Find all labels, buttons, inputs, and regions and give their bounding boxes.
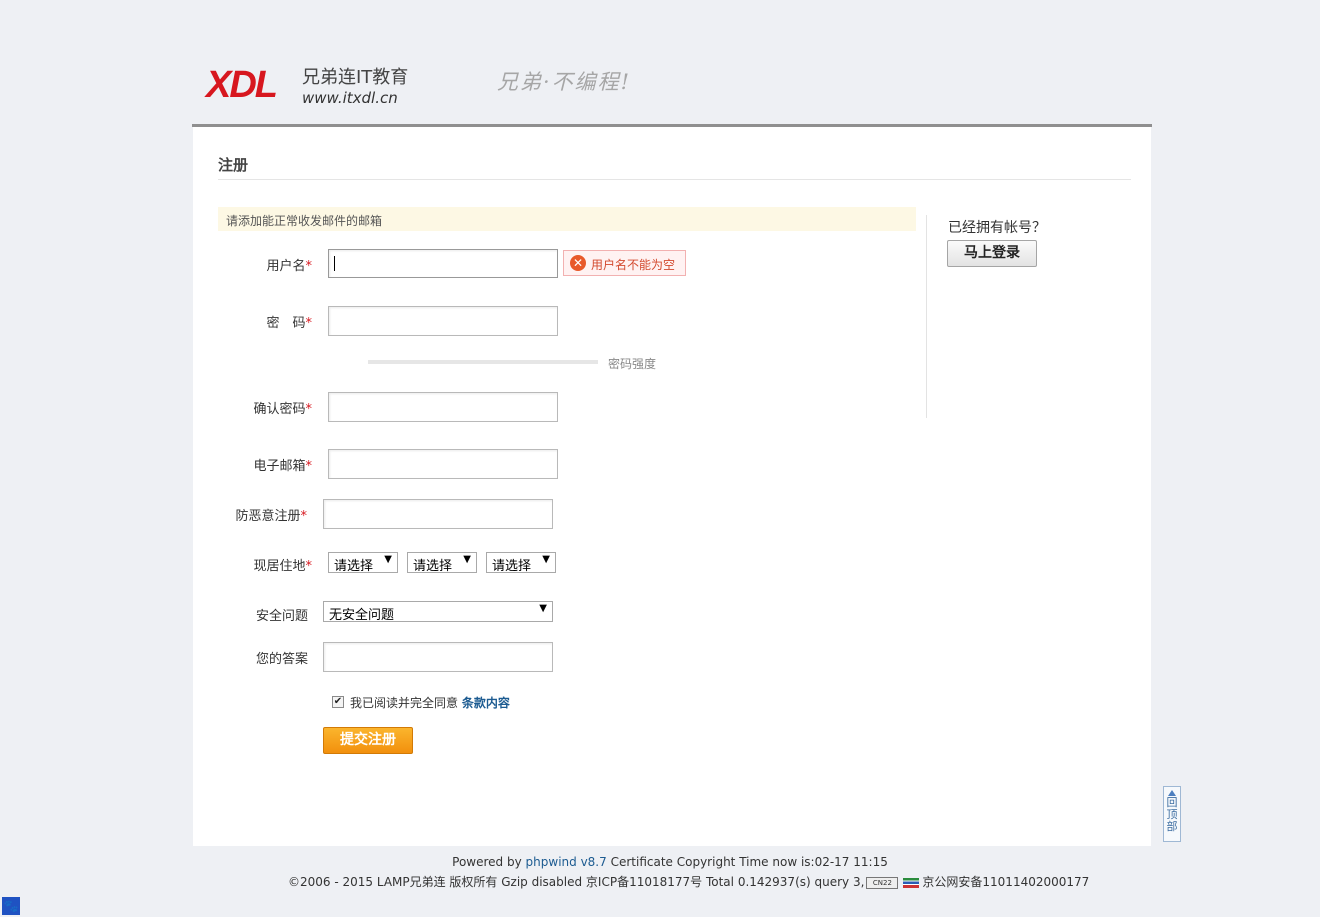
notice-text: 请添加能正常收发邮件的邮箱 [226, 214, 383, 228]
logo-url: www.itxdl.cn [302, 89, 398, 107]
dropdown-arrow-icon: ▼ [539, 603, 547, 614]
text-caret [334, 256, 335, 271]
page-title: 注册 [218, 156, 249, 174]
submit-button[interactable]: 提交注册 [323, 727, 413, 754]
title-divider [218, 179, 1131, 180]
email-notice: 请添加能正常收发邮件的邮箱 [218, 207, 916, 231]
anti-spam-input[interactable] [323, 499, 553, 529]
password-input[interactable] [328, 306, 558, 336]
residence-label: 现居住地* [253, 559, 312, 574]
email-label: 电子邮箱* [253, 459, 312, 474]
anti-spam-label: 防恶意注册* [235, 509, 307, 524]
back-to-top-label: 回顶部 [1166, 796, 1178, 833]
email-input[interactable] [328, 449, 558, 479]
agree-checkbox[interactable]: ✔ [332, 696, 344, 708]
phpwind-link[interactable]: phpwind v8.7 [526, 855, 607, 869]
error-text: 用户名不能为空 [591, 258, 676, 272]
confirm-password-input[interactable] [328, 392, 558, 422]
password-label: 密 码* [266, 316, 312, 331]
login-button[interactable]: 马上登录 [947, 240, 1037, 267]
slogan: 兄弟·不编程! [497, 70, 632, 94]
existing-account-prompt: 已经拥有帐号？ [948, 220, 1046, 236]
cnzz-badge[interactable]: CN22 [866, 876, 899, 889]
baidu-paw-icon[interactable]: 🐾 [2, 897, 20, 915]
username-label: 用户名* [266, 259, 312, 274]
username-error: ✕ 用户名不能为空 [563, 250, 686, 276]
back-to-top-button[interactable]: 回顶部 [1163, 786, 1181, 842]
district-select[interactable]: 请选择 ▼ [486, 552, 556, 574]
footer-copyright: ©2006 - 2015 LAMP兄弟连 版权所有 Gzip disabled … [288, 875, 1090, 889]
police-badge-icon [903, 877, 920, 888]
security-question-select[interactable]: 无安全问题 ▼ [323, 601, 553, 623]
logo-mark[interactable]: XDL [206, 66, 278, 104]
province-select[interactable]: 请选择 ▼ [328, 552, 398, 574]
security-question-label: 安全问题 [255, 609, 308, 624]
answer-label: 您的答案 [255, 652, 308, 667]
password-strength-bar [368, 360, 598, 364]
answer-input[interactable] [323, 642, 553, 672]
footer-powered: Powered by phpwind v8.7 Certificate Copy… [452, 855, 888, 869]
dropdown-arrow-icon: ▼ [384, 554, 392, 565]
terms-link[interactable]: 条款内容 [462, 696, 510, 710]
username-input[interactable] [328, 249, 558, 278]
sidebar-divider [926, 215, 927, 418]
dropdown-arrow-icon: ▼ [463, 554, 471, 565]
dropdown-arrow-icon: ▼ [542, 554, 550, 565]
error-icon: ✕ [570, 255, 586, 271]
logo-name: 兄弟连IT教育 [302, 67, 409, 88]
password-strength-label: 密码强度 [608, 357, 657, 371]
city-select[interactable]: 请选择 ▼ [407, 552, 477, 574]
confirm-password-label: 确认密码* [253, 402, 312, 417]
agreement-text: 我已阅读并完全同意 条款内容 [350, 696, 510, 710]
